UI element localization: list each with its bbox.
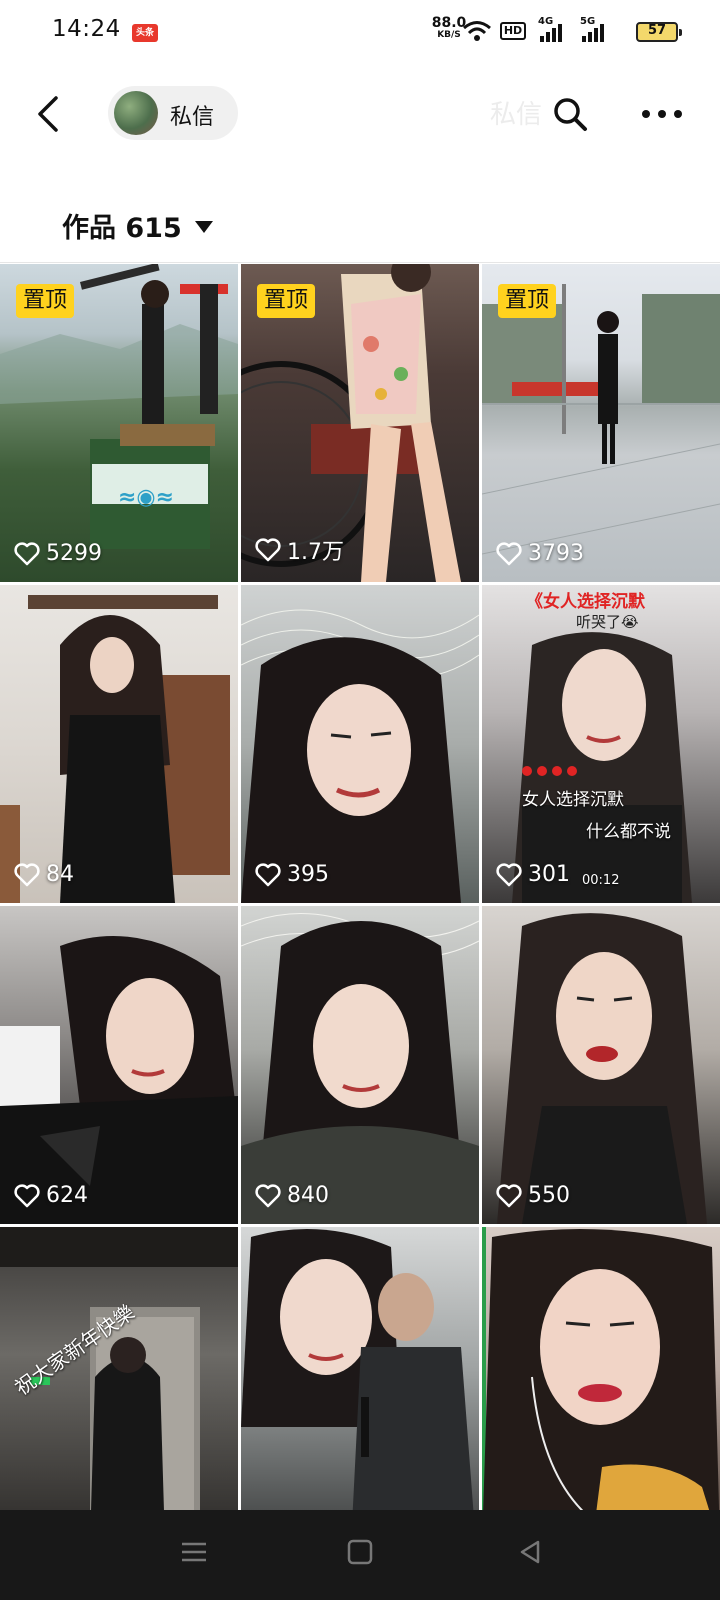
like-count: 550 <box>496 1183 570 1208</box>
like-count-value: 395 <box>287 862 329 887</box>
svg-text:≈◉≈: ≈◉≈ <box>118 485 174 510</box>
like-count: 301 <box>496 862 570 887</box>
more-button[interactable] <box>640 106 684 122</box>
back-key-icon[interactable] <box>516 1538 544 1566</box>
like-count: 395 <box>255 862 329 887</box>
video-grid: ≈◉≈ 置顶 5299 置顶 1.7万 置顶 3793 84 395 《女人选择… <box>0 264 720 1510</box>
thumbnail-image <box>241 609 479 903</box>
like-count: 624 <box>14 1183 88 1208</box>
menu-key-icon[interactable] <box>180 1538 208 1566</box>
video-tile[interactable]: ≈◉≈ 置顶 5299 <box>0 264 238 582</box>
avatar <box>114 91 158 135</box>
divider <box>0 262 720 263</box>
like-count: 84 <box>14 862 74 887</box>
heart-icon <box>496 541 522 565</box>
works-label: 作品 615 <box>62 213 182 244</box>
thumbnail-image <box>0 936 238 1224</box>
heart-icon <box>255 538 281 562</box>
like-count-value: 550 <box>528 1183 570 1208</box>
battery-icon: 57 <box>636 22 682 42</box>
video-duration: 00:12 <box>582 873 620 888</box>
video-tile[interactable]: 置顶 1.7万 <box>241 264 479 582</box>
like-count-value: 5299 <box>46 541 102 566</box>
caret-down-icon <box>194 221 213 233</box>
pinned-badge: 置顶 <box>498 284 557 318</box>
video-tile[interactable]: 置顶 3793 <box>482 264 720 582</box>
heart-icon <box>255 862 281 886</box>
works-tab[interactable]: 作品 615 <box>62 206 213 244</box>
battery-level: 57 <box>647 23 667 38</box>
like-count-value: 624 <box>46 1183 88 1208</box>
heart-icon <box>255 1183 281 1207</box>
video-tile[interactable]: 84 <box>0 585 238 903</box>
like-count-value: 840 <box>287 1183 329 1208</box>
search-button[interactable] <box>552 96 588 132</box>
heart-icon <box>14 1183 40 1207</box>
heart-icon <box>496 862 522 886</box>
overlay-subtitle: 听哭了😭 <box>576 613 639 631</box>
app-badge: 头条 <box>132 24 158 42</box>
video-tile[interactable] <box>241 1227 479 1510</box>
wifi-icon <box>463 21 491 41</box>
like-count: 5299 <box>14 541 102 566</box>
faded-title: 私信 <box>490 100 543 130</box>
heart-icon <box>496 1183 522 1207</box>
pinned-badge: 置顶 <box>257 284 316 318</box>
signal-4g-icon <box>540 24 562 42</box>
video-tile[interactable]: 550 <box>482 906 720 1224</box>
overlay-caption-1: 女人选择沉默 <box>522 790 624 810</box>
hd-icon: HD <box>500 22 526 40</box>
system-nav-bar <box>0 1510 720 1600</box>
video-tile[interactable]: 祝大家新年快樂 <box>0 1227 238 1510</box>
video-tile[interactable] <box>482 1227 720 1510</box>
heart-icon <box>14 541 40 565</box>
pinned-badge: 置顶 <box>16 284 75 318</box>
like-count: 3793 <box>496 541 584 566</box>
heart-icon <box>14 862 40 886</box>
like-count-value: 3793 <box>528 541 584 566</box>
video-tile[interactable]: 《女人选择沉默 听哭了😭 女人选择沉默 什么都不说 00:12 301 <box>482 585 720 903</box>
thumbnail-image <box>512 632 692 903</box>
like-count-value: 84 <box>46 862 74 887</box>
status-time: 14:24 <box>52 16 121 42</box>
overlay-title: 《女人选择沉默 <box>526 592 645 612</box>
dm-label: 私信 <box>170 105 215 130</box>
signal-5g-icon <box>582 24 604 42</box>
thumbnail-image <box>497 913 707 1224</box>
home-key-icon[interactable] <box>346 1538 374 1566</box>
video-tile[interactable]: 624 <box>0 906 238 1224</box>
like-count: 840 <box>255 1183 329 1208</box>
like-count: 1.7万 <box>255 534 344 566</box>
thumbnail-image <box>241 1229 474 1510</box>
thumbnail-image <box>0 595 230 903</box>
thumbnail-image <box>241 913 479 1224</box>
dm-button[interactable]: 私信 <box>108 86 238 140</box>
status-bar: 14:24 头条 88.0 KB/S HD 4G 5G 57 <box>0 0 720 62</box>
video-tile[interactable]: 395 <box>241 585 479 903</box>
thumbnail-image <box>482 1227 720 1510</box>
like-count-value: 1.7万 <box>287 540 344 565</box>
like-count-value: 301 <box>528 862 570 887</box>
overlay-caption-2: 什么都不说 <box>586 822 671 842</box>
back-button[interactable] <box>30 92 70 136</box>
video-tile[interactable]: 840 <box>241 906 479 1224</box>
top-nav: 私信 私信 <box>0 62 720 182</box>
